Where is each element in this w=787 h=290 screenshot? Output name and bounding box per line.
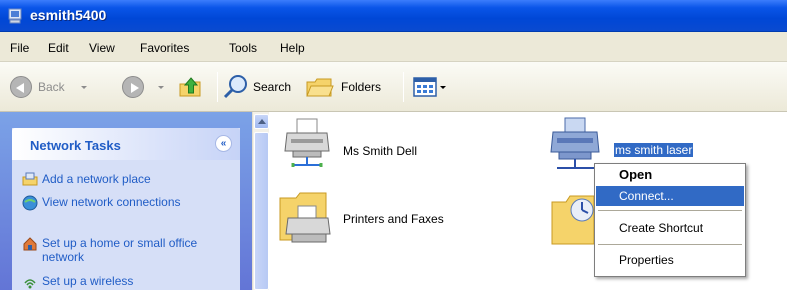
toolbar-separator — [403, 72, 404, 102]
views-button[interactable] — [413, 62, 455, 112]
menu-file[interactable]: File — [10, 41, 29, 55]
back-button[interactable]: Back — [10, 62, 120, 112]
vertical-scrollbar[interactable] — [252, 112, 269, 290]
context-menu-create-shortcut[interactable]: Create Shortcut — [596, 218, 744, 238]
menu-tools[interactable]: Tools — [229, 41, 257, 55]
task-view-network-connections[interactable]: View network connections — [42, 195, 222, 209]
folders-button[interactable]: Folders — [305, 62, 397, 112]
toolbar: Back Search Folders — [0, 62, 787, 112]
back-dropdown-icon[interactable] — [80, 85, 87, 89]
title-bar[interactable]: esmith5400 — [0, 0, 787, 32]
menu-view[interactable]: View — [89, 41, 115, 55]
printer-ms-smith-laser-label[interactable]: ms smith laser — [614, 143, 694, 157]
views-dropdown-icon[interactable] — [440, 85, 446, 89]
scroll-up-button[interactable] — [254, 114, 269, 129]
menu-edit[interactable]: Edit — [48, 41, 69, 55]
forward-button[interactable] — [122, 62, 172, 112]
back-arrow-icon — [10, 76, 32, 98]
folders-icon — [306, 78, 334, 97]
scroll-thumb[interactable] — [254, 132, 269, 290]
folders-label: Folders — [341, 80, 382, 94]
context-menu-connect[interactable]: Connect... — [596, 186, 744, 206]
forward-arrow-icon — [122, 76, 144, 98]
home-network-icon — [23, 237, 37, 251]
context-menu-properties[interactable]: Properties — [596, 250, 744, 270]
network-connections-icon — [22, 195, 38, 211]
printer-ms-smith-dell-label[interactable]: Ms Smith Dell — [343, 144, 417, 158]
menu-favorites[interactable]: Favorites — [140, 41, 189, 55]
context-menu-open[interactable]: Open — [596, 165, 744, 185]
up-folder-icon — [179, 77, 201, 97]
add-network-place-icon — [22, 172, 38, 186]
context-menu-separator — [598, 210, 742, 211]
network-tasks-header[interactable]: Network Tasks « — [12, 128, 240, 160]
menu-help[interactable]: Help — [280, 41, 305, 55]
back-label: Back — [38, 80, 65, 94]
views-icon — [413, 77, 437, 97]
network-printer-icon[interactable] — [283, 117, 333, 169]
search-label: Search — [253, 80, 292, 94]
forward-dropdown-icon[interactable] — [158, 85, 164, 89]
printers-and-faxes-icon[interactable] — [278, 190, 336, 248]
scheduled-tasks-folder-icon[interactable] — [550, 192, 596, 248]
search-icon — [223, 75, 247, 99]
computer-icon — [8, 8, 22, 24]
printers-and-faxes-label[interactable]: Printers and Faxes — [343, 212, 444, 226]
window-title: esmith5400 — [30, 7, 107, 23]
collapse-chevron-icon[interactable]: « — [215, 135, 232, 152]
context-menu-separator — [598, 244, 742, 245]
toolbar-separator — [217, 72, 218, 102]
task-set-up-wireless[interactable]: Set up a wireless — [42, 274, 222, 288]
context-menu: Open Connect... Create Shortcut Properti… — [594, 163, 746, 277]
task-pane: Network Tasks « Add a network place View… — [0, 112, 252, 290]
search-button[interactable]: Search — [222, 62, 302, 112]
network-tasks-title: Network Tasks — [30, 138, 121, 153]
task-add-network-place[interactable]: Add a network place — [42, 172, 222, 186]
menu-bar: File Edit View Favorites Tools Help — [0, 32, 787, 62]
network-tasks-panel: Network Tasks « Add a network place View… — [12, 128, 240, 290]
up-folder-button[interactable] — [178, 62, 214, 112]
task-set-up-home-network[interactable]: Set up a home or small office network — [42, 236, 222, 264]
wireless-icon — [24, 279, 36, 289]
